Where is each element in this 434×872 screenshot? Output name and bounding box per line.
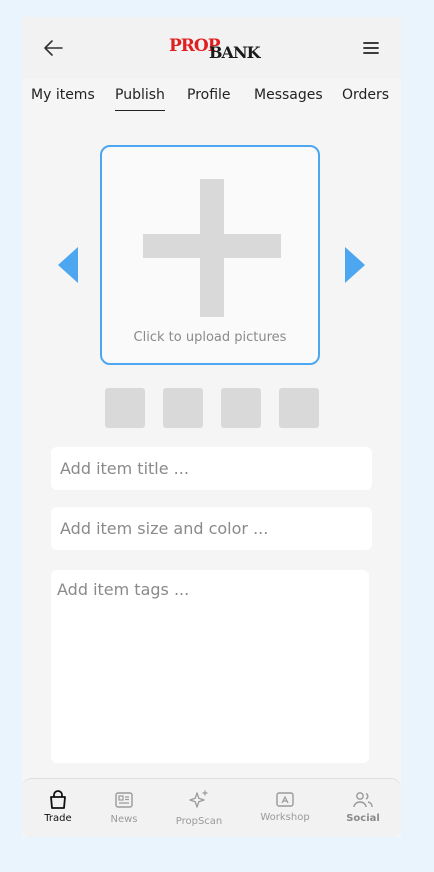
shopping-bag-icon [50, 790, 66, 809]
nav-news[interactable]: News [89, 779, 159, 837]
nav-trade[interactable]: Trade [23, 779, 93, 837]
nav-workshop[interactable]: Workshop [250, 779, 320, 837]
tab-my-items[interactable]: My items [31, 87, 95, 103]
nav-propscan-label: PropScan [175, 816, 223, 827]
tab-publish[interactable]: Publish [115, 87, 165, 111]
nav-propscan[interactable]: PropScan [164, 779, 234, 837]
item-tags-textarea[interactable] [51, 570, 369, 763]
logo-bank-text: BANK [209, 43, 260, 62]
picture-thumbnail[interactable] [279, 388, 319, 428]
nav-news-label: News [110, 814, 138, 825]
phone-screen: PROP BANK My items Publish Profile Messa… [22, 17, 401, 837]
item-title-input[interactable] [51, 447, 372, 490]
nav-trade-label: Trade [44, 813, 72, 824]
next-picture-arrow-icon[interactable] [345, 247, 365, 283]
previous-picture-arrow-icon[interactable] [58, 247, 78, 283]
nav-social-label: Social [346, 813, 380, 824]
sparkle-icon [189, 790, 208, 808]
bottom-navigation: Trade News PropScan Workshop Social [22, 778, 401, 837]
hamburger-menu-icon[interactable] [363, 41, 379, 55]
propbank-logo[interactable]: PROP BANK [169, 36, 264, 62]
tab-orders[interactable]: Orders [342, 87, 389, 103]
people-icon [353, 792, 373, 808]
picture-thumbnail[interactable] [221, 388, 261, 428]
plus-icon-bar [143, 234, 281, 258]
tab-bar: My items Publish Profile Messages Orders [22, 79, 401, 123]
tab-profile[interactable]: Profile [187, 87, 231, 103]
nav-social[interactable]: Social [328, 779, 398, 837]
upload-hint: Click to upload pictures [133, 330, 287, 345]
picture-upload-area[interactable]: Click to upload pictures [100, 145, 320, 365]
picture-thumbnail[interactable] [105, 388, 145, 428]
workshop-icon [276, 792, 294, 807]
back-arrow-icon[interactable] [42, 38, 64, 58]
item-size-color-input[interactable] [51, 507, 372, 550]
nav-workshop-label: Workshop [260, 812, 310, 823]
newspaper-icon [115, 792, 133, 808]
picture-thumbnail[interactable] [163, 388, 203, 428]
top-bar: PROP BANK [22, 17, 401, 79]
tab-messages[interactable]: Messages [254, 87, 323, 103]
